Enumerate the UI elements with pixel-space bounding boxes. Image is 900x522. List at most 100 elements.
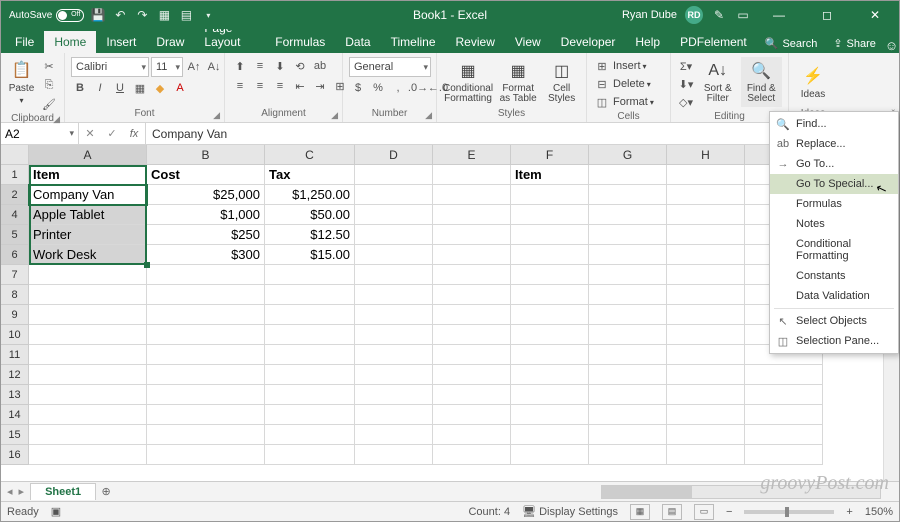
cell[interactable] xyxy=(589,265,667,285)
cell[interactable] xyxy=(667,325,745,345)
cell[interactable] xyxy=(667,225,745,245)
cell[interactable] xyxy=(667,245,745,265)
cell[interactable] xyxy=(511,185,589,205)
tab-data[interactable]: Data xyxy=(335,31,380,53)
autosave-toggle[interactable]: AutoSave Off xyxy=(9,9,84,22)
name-box[interactable]: A2 xyxy=(1,123,79,144)
align-left-icon[interactable]: ≡ xyxy=(231,77,249,95)
select-all-corner[interactable] xyxy=(1,145,29,164)
cell[interactable] xyxy=(589,445,667,465)
cell[interactable]: $300 xyxy=(147,245,265,265)
cell[interactable]: $50.00 xyxy=(265,205,355,225)
menu-conditional-formatting[interactable]: Conditional Formatting xyxy=(770,234,898,266)
decrease-font-icon[interactable]: A↓ xyxy=(205,58,223,76)
cell[interactable]: Printer xyxy=(29,225,147,245)
row-header[interactable]: 5 xyxy=(1,225,29,245)
menu-select-objects[interactable]: ↖Select Objects xyxy=(770,311,898,331)
underline-icon[interactable]: U xyxy=(111,79,129,97)
cell[interactable] xyxy=(589,165,667,185)
cell[interactable] xyxy=(147,265,265,285)
zoom-in-icon[interactable]: + xyxy=(846,506,852,518)
cell[interactable]: Company Van xyxy=(29,185,147,205)
cell[interactable] xyxy=(147,325,265,345)
ideas-button[interactable]: ⚡Ideas xyxy=(795,57,831,107)
cell[interactable] xyxy=(511,225,589,245)
cell[interactable]: Apple Tablet xyxy=(29,205,147,225)
font-color-icon[interactable]: A xyxy=(171,79,189,97)
cell[interactable] xyxy=(29,285,147,305)
menu-data-validation[interactable]: Data Validation xyxy=(770,286,898,306)
cell[interactable] xyxy=(667,365,745,385)
cell[interactable] xyxy=(265,345,355,365)
cell[interactable] xyxy=(667,205,745,225)
cell[interactable]: Tax xyxy=(265,165,355,185)
cell[interactable] xyxy=(667,265,745,285)
cell[interactable] xyxy=(355,265,433,285)
cell[interactable] xyxy=(265,445,355,465)
row-header[interactable]: 15 xyxy=(1,425,29,445)
cell[interactable] xyxy=(745,365,823,385)
cell[interactable] xyxy=(355,345,433,365)
tab-file[interactable]: File xyxy=(5,31,44,53)
paste-button[interactable]: 📋 Paste▾ xyxy=(7,57,36,107)
cell[interactable] xyxy=(147,425,265,445)
cell[interactable] xyxy=(511,305,589,325)
column-header[interactable]: E xyxy=(433,145,511,164)
row-header[interactable]: 13 xyxy=(1,385,29,405)
cell[interactable]: $12.50 xyxy=(265,225,355,245)
row-header[interactable]: 9 xyxy=(1,305,29,325)
cell[interactable] xyxy=(511,205,589,225)
row-header[interactable]: 14 xyxy=(1,405,29,425)
cell[interactable] xyxy=(265,285,355,305)
sheet-prev-icon[interactable]: ◂ xyxy=(7,485,13,498)
cell[interactable] xyxy=(147,445,265,465)
cell[interactable] xyxy=(433,285,511,305)
cancel-formula-icon[interactable]: ✕ xyxy=(79,127,101,140)
font-name-combo[interactable]: Calibri xyxy=(71,57,149,77)
qat-icon[interactable]: ▦ xyxy=(156,7,172,23)
tab-view[interactable]: View xyxy=(505,31,551,53)
cell[interactable] xyxy=(29,325,147,345)
column-header[interactable]: F xyxy=(511,145,589,164)
cell[interactable] xyxy=(29,425,147,445)
format-cells-button[interactable]: ◫Format▾ xyxy=(593,93,654,111)
menu-selection-pane[interactable]: ◫Selection Pane... xyxy=(770,331,898,351)
cell[interactable] xyxy=(589,365,667,385)
cell[interactable] xyxy=(147,285,265,305)
column-header[interactable]: B xyxy=(147,145,265,164)
cell[interactable]: $1,250.00 xyxy=(265,185,355,205)
cell[interactable] xyxy=(433,325,511,345)
insert-cells-button[interactable]: ⊞Insert▾ xyxy=(593,57,647,75)
align-bottom-icon[interactable]: ⬇ xyxy=(271,57,289,75)
cell[interactable] xyxy=(265,265,355,285)
cell[interactable] xyxy=(433,345,511,365)
cell[interactable] xyxy=(355,225,433,245)
draw-icon[interactable]: ✎ xyxy=(711,7,727,23)
cut-icon[interactable]: ✂ xyxy=(40,57,58,75)
column-header[interactable]: A xyxy=(29,145,147,164)
cell[interactable] xyxy=(589,285,667,305)
cell[interactable]: Item xyxy=(511,165,589,185)
normal-view-icon[interactable]: ▦ xyxy=(630,504,650,520)
qat-icon[interactable]: ▤ xyxy=(178,7,194,23)
cell[interactable]: Cost xyxy=(147,165,265,185)
cell[interactable] xyxy=(589,185,667,205)
page-layout-view-icon[interactable]: ▤ xyxy=(662,504,682,520)
cell[interactable] xyxy=(433,165,511,185)
cell[interactable] xyxy=(29,405,147,425)
cell[interactable] xyxy=(29,305,147,325)
decrease-indent-icon[interactable]: ⇤ xyxy=(291,77,309,95)
cell[interactable] xyxy=(433,265,511,285)
autosum-icon[interactable]: Σ▾ xyxy=(677,57,695,75)
macro-record-icon[interactable]: ▣ xyxy=(51,505,61,518)
cell[interactable] xyxy=(745,405,823,425)
increase-font-icon[interactable]: A↑ xyxy=(185,58,203,76)
delete-cells-button[interactable]: ⊟Delete▾ xyxy=(593,75,651,93)
bold-icon[interactable]: B xyxy=(71,79,89,97)
cell[interactable]: $15.00 xyxy=(265,245,355,265)
sheet-tab[interactable]: Sheet1 xyxy=(30,483,96,500)
cell[interactable] xyxy=(511,285,589,305)
cell[interactable] xyxy=(265,325,355,345)
tab-pdfelement[interactable]: PDFelement xyxy=(670,31,757,53)
maximize-button[interactable]: ◻ xyxy=(807,1,847,29)
